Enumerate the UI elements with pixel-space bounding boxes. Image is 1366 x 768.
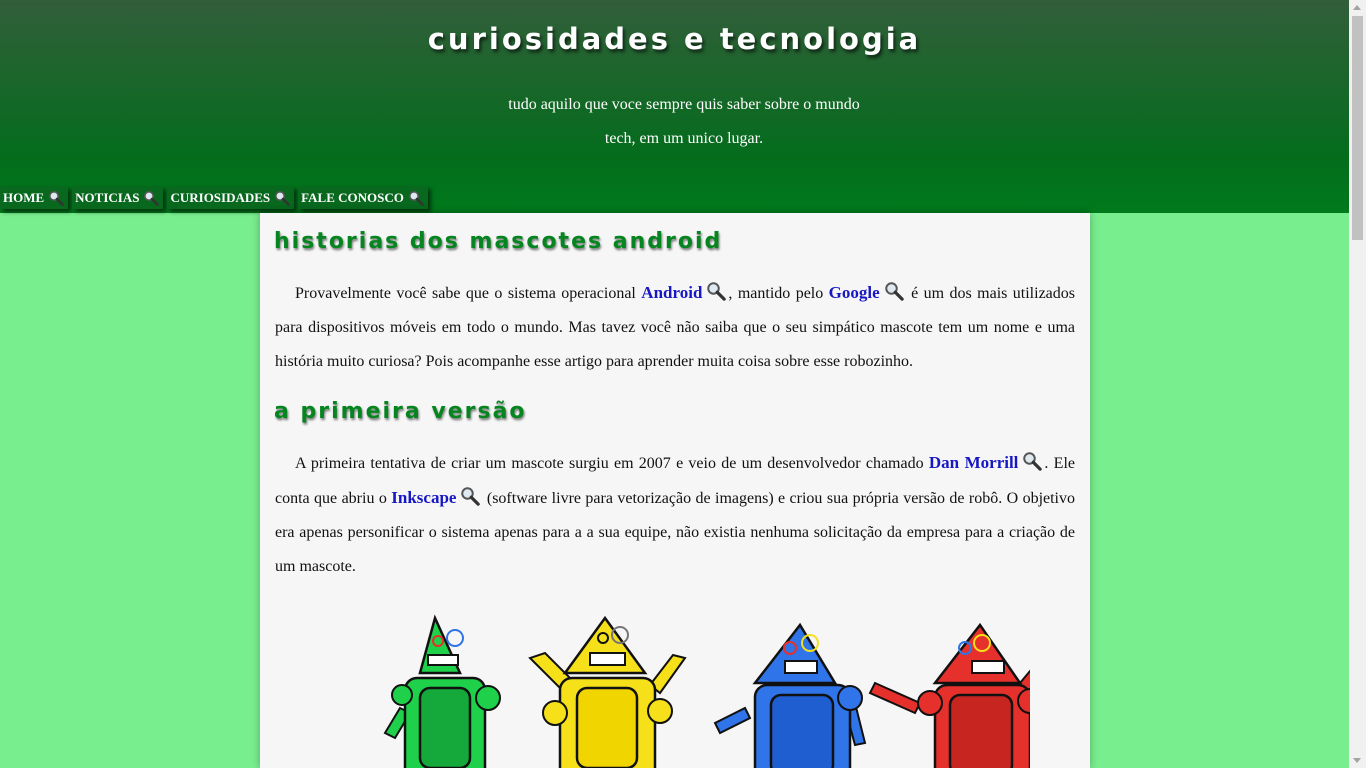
site-header: Curiosidades e Tecnologia tudo aquilo qu… bbox=[0, 0, 1349, 213]
tagline-line-1: tudo aquilo que voce sempre quis saber s… bbox=[508, 96, 860, 113]
blue-robot-mascot bbox=[713, 622, 867, 768]
robot-mascots-illustration bbox=[383, 614, 1030, 768]
paragraph-text: Provavelmente você sabe que o sistema op… bbox=[295, 285, 642, 302]
nav-item-label: NOTICIAS bbox=[75, 190, 140, 205]
nav-item-label: CURIOSIDADES bbox=[170, 190, 271, 205]
section-title-historias: Historias dos Mascotes Android bbox=[274, 229, 723, 254]
site-title: Curiosidades e Tecnologia bbox=[427, 22, 922, 56]
tagline-line-2: tech, em um unico lugar. bbox=[604, 130, 764, 147]
scroll-up-icon[interactable] bbox=[1353, 5, 1361, 10]
google-link[interactable]: Google bbox=[829, 283, 880, 302]
intro-paragraph: Provavelmente você sabe que o sistema op… bbox=[275, 276, 1075, 379]
history-paragraph: A primeira tentativa de criar um mascote… bbox=[275, 446, 1075, 584]
page: Curiosidades e Tecnologia tudo aquilo qu… bbox=[0, 0, 1349, 768]
magnifier-icon bbox=[275, 190, 290, 206]
magnifier-icon bbox=[884, 282, 904, 301]
nav-item-label: HOME bbox=[3, 190, 45, 205]
magnifier-icon bbox=[408, 190, 424, 206]
article-content: Historias dos Mascotes Android Provavelm… bbox=[260, 213, 1090, 768]
paragraph-text: , mantido pelo bbox=[728, 285, 829, 302]
nav-item-home[interactable]: HOME bbox=[0, 186, 69, 209]
red-robot-mascot bbox=[868, 622, 1030, 768]
nav-item-noticias[interactable]: NOTICIAS bbox=[72, 186, 164, 209]
green-robot-mascot bbox=[383, 614, 501, 768]
yellow-robot-mascot bbox=[528, 615, 687, 768]
nav-item-label: FALE CONOSCO bbox=[301, 190, 404, 205]
scrollbar-thumb[interactable] bbox=[1352, 16, 1363, 240]
magnifier-icon bbox=[1023, 452, 1043, 471]
site-tagline: tudo aquilo que voce sempre quis saber s… bbox=[474, 88, 894, 156]
magnifier-icon bbox=[49, 190, 64, 206]
paragraph-text: A primeira tentativa de criar um mascote… bbox=[295, 455, 929, 472]
magnifier-icon bbox=[144, 190, 160, 206]
scroll-down-icon[interactable] bbox=[1353, 758, 1361, 763]
dan-morrill-link[interactable]: Dan Morrill bbox=[929, 453, 1019, 472]
nav-item-fale-conosco[interactable]: FALE CONOSCO bbox=[298, 186, 428, 209]
main-nav: HOME NOTICIAS CURIOSIDADES FALE CONOSCO bbox=[0, 186, 428, 213]
magnifier-icon bbox=[707, 282, 727, 301]
magnifier-icon bbox=[461, 487, 481, 506]
android-link[interactable]: Android bbox=[641, 283, 702, 302]
inkscape-link[interactable]: Inkscape bbox=[391, 488, 456, 507]
page-scrollbar[interactable] bbox=[1349, 0, 1366, 768]
nav-item-curiosidades[interactable]: CURIOSIDADES bbox=[167, 186, 295, 209]
section-title-primeira-versao: A Primeira Versão bbox=[274, 399, 527, 424]
